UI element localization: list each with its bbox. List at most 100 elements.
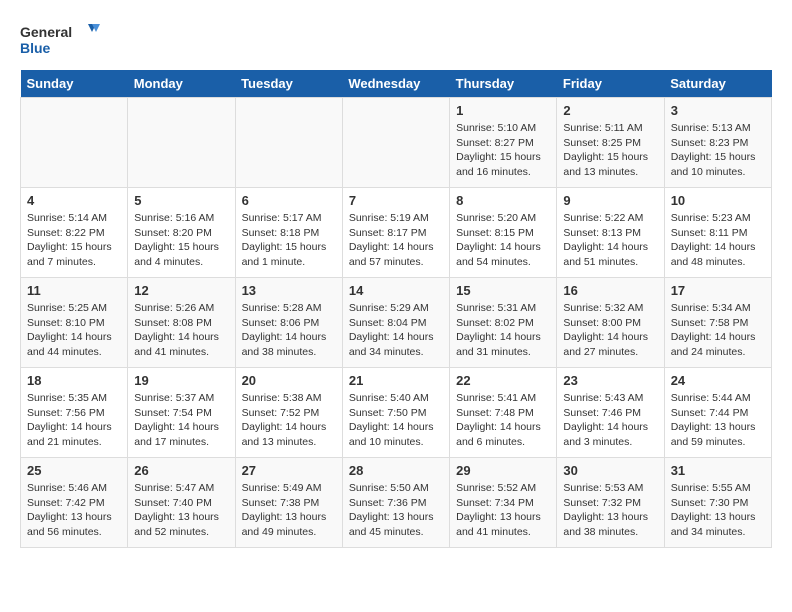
calendar-cell: 16Sunrise: 5:32 AMSunset: 8:00 PMDayligh… [557, 278, 664, 368]
day-number: 23 [563, 373, 657, 388]
calendar-cell: 11Sunrise: 5:25 AMSunset: 8:10 PMDayligh… [21, 278, 128, 368]
logo-svg: General Blue [20, 20, 100, 60]
day-number: 13 [242, 283, 336, 298]
day-number: 21 [349, 373, 443, 388]
day-info: Sunrise: 5:19 AMSunset: 8:17 PMDaylight:… [349, 211, 443, 270]
day-info: Sunrise: 5:50 AMSunset: 7:36 PMDaylight:… [349, 481, 443, 540]
day-number: 8 [456, 193, 550, 208]
day-info: Sunrise: 5:52 AMSunset: 7:34 PMDaylight:… [456, 481, 550, 540]
calendar-cell: 17Sunrise: 5:34 AMSunset: 7:58 PMDayligh… [664, 278, 771, 368]
calendar-cell: 1 Sunrise: 5:10 AMSunset: 8:27 PMDaylight… [450, 98, 557, 188]
calendar-cell: 21 Sunrise: 5:40 AMSunset: 7:50 PMDayligh… [342, 368, 449, 458]
day-number: 28 [349, 463, 443, 478]
day-info: Sunrise: 5:43 AMSunset: 7:46 PMDaylight:… [563, 391, 657, 450]
week-row-4: 18 Sunrise: 5:35 AMSunset: 7:56 PMDayligh… [21, 368, 772, 458]
day-info: Sunrise: 5:32 AMSunset: 8:00 PMDaylight:… [563, 301, 657, 360]
calendar-cell: 26 Sunrise: 5:47 AMSunset: 7:40 PMDayligh… [128, 458, 235, 548]
calendar-body: 1 Sunrise: 5:10 AMSunset: 8:27 PMDaylight… [21, 98, 772, 548]
day-number: 3 [671, 103, 765, 118]
calendar-cell: 2 Sunrise: 5:11 AMSunset: 8:25 PMDaylight… [557, 98, 664, 188]
calendar-cell: 29 Sunrise: 5:52 AMSunset: 7:34 PMDayligh… [450, 458, 557, 548]
week-row-3: 11Sunrise: 5:25 AMSunset: 8:10 PMDayligh… [21, 278, 772, 368]
header-row: SundayMondayTuesdayWednesdayThursdayFrid… [21, 70, 772, 98]
day-number: 27 [242, 463, 336, 478]
day-info: Sunrise: 5:35 AMSunset: 7:56 PMDaylight:… [27, 391, 121, 450]
day-number: 12 [134, 283, 228, 298]
day-number: 1 [456, 103, 550, 118]
calendar-cell: 23 Sunrise: 5:43 AMSunset: 7:46 PMDayligh… [557, 368, 664, 458]
calendar-cell: 31Sunrise: 5:55 AMSunset: 7:30 PMDayligh… [664, 458, 771, 548]
calendar-cell [235, 98, 342, 188]
day-number: 29 [456, 463, 550, 478]
calendar-cell: 7Sunrise: 5:19 AMSunset: 8:17 PMDaylight… [342, 188, 449, 278]
day-info: Sunrise: 5:26 AMSunset: 8:08 PMDaylight:… [134, 301, 228, 360]
day-number: 6 [242, 193, 336, 208]
week-row-1: 1 Sunrise: 5:10 AMSunset: 8:27 PMDaylight… [21, 98, 772, 188]
calendar-cell: 28 Sunrise: 5:50 AMSunset: 7:36 PMDayligh… [342, 458, 449, 548]
header-day-tuesday: Tuesday [235, 70, 342, 98]
header-day-wednesday: Wednesday [342, 70, 449, 98]
day-info: Sunrise: 5:46 AMSunset: 7:42 PMDaylight:… [27, 481, 121, 540]
day-number: 24 [671, 373, 765, 388]
calendar-cell: 3 Sunrise: 5:13 AMSunset: 8:23 PMDaylight… [664, 98, 771, 188]
day-info: Sunrise: 5:47 AMSunset: 7:40 PMDaylight:… [134, 481, 228, 540]
calendar-cell: 13 Sunrise: 5:28 AMSunset: 8:06 PMDayligh… [235, 278, 342, 368]
calendar-cell: 24 Sunrise: 5:44 AMSunset: 7:44 PMDayligh… [664, 368, 771, 458]
calendar-cell: 12 Sunrise: 5:26 AMSunset: 8:08 PMDayligh… [128, 278, 235, 368]
svg-text:General: General [20, 24, 72, 40]
logo[interactable]: General Blue [20, 20, 100, 60]
header-day-saturday: Saturday [664, 70, 771, 98]
day-number: 2 [563, 103, 657, 118]
day-info: Sunrise: 5:22 AMSunset: 8:13 PMDaylight:… [563, 211, 657, 270]
calendar-cell: 15 Sunrise: 5:31 AMSunset: 8:02 PMDayligh… [450, 278, 557, 368]
day-number: 4 [27, 193, 121, 208]
day-number: 18 [27, 373, 121, 388]
day-info: Sunrise: 5:31 AMSunset: 8:02 PMDaylight:… [456, 301, 550, 360]
week-row-2: 4 Sunrise: 5:14 AMSunset: 8:22 PMDaylight… [21, 188, 772, 278]
day-info: Sunrise: 5:53 AMSunset: 7:32 PMDaylight:… [563, 481, 657, 540]
day-info: Sunrise: 5:41 AMSunset: 7:48 PMDaylight:… [456, 391, 550, 450]
day-info: Sunrise: 5:10 AMSunset: 8:27 PMDaylight:… [456, 121, 550, 180]
day-info: Sunrise: 5:11 AMSunset: 8:25 PMDaylight:… [563, 121, 657, 180]
day-info: Sunrise: 5:40 AMSunset: 7:50 PMDaylight:… [349, 391, 443, 450]
calendar-cell: 9Sunrise: 5:22 AMSunset: 8:13 PMDaylight… [557, 188, 664, 278]
day-number: 17 [671, 283, 765, 298]
day-info: Sunrise: 5:49 AMSunset: 7:38 PMDaylight:… [242, 481, 336, 540]
day-number: 5 [134, 193, 228, 208]
calendar-table: SundayMondayTuesdayWednesdayThursdayFrid… [20, 70, 772, 548]
day-info: Sunrise: 5:25 AMSunset: 8:10 PMDaylight:… [27, 301, 121, 360]
day-number: 15 [456, 283, 550, 298]
day-info: Sunrise: 5:23 AMSunset: 8:11 PMDaylight:… [671, 211, 765, 270]
header-day-sunday: Sunday [21, 70, 128, 98]
svg-text:Blue: Blue [20, 40, 51, 56]
day-info: Sunrise: 5:29 AMSunset: 8:04 PMDaylight:… [349, 301, 443, 360]
day-number: 25 [27, 463, 121, 478]
header-day-friday: Friday [557, 70, 664, 98]
day-number: 26 [134, 463, 228, 478]
day-number: 30 [563, 463, 657, 478]
calendar-cell: 5Sunrise: 5:16 AMSunset: 8:20 PMDaylight… [128, 188, 235, 278]
page-header: General Blue [20, 20, 772, 60]
day-info: Sunrise: 5:44 AMSunset: 7:44 PMDaylight:… [671, 391, 765, 450]
calendar-cell: 4 Sunrise: 5:14 AMSunset: 8:22 PMDaylight… [21, 188, 128, 278]
day-number: 14 [349, 283, 443, 298]
day-number: 10 [671, 193, 765, 208]
day-info: Sunrise: 5:28 AMSunset: 8:06 PMDaylight:… [242, 301, 336, 360]
day-info: Sunrise: 5:14 AMSunset: 8:22 PMDaylight:… [27, 211, 121, 270]
calendar-cell: 19Sunrise: 5:37 AMSunset: 7:54 PMDayligh… [128, 368, 235, 458]
calendar-cell [342, 98, 449, 188]
day-number: 31 [671, 463, 765, 478]
calendar-cell: 10 Sunrise: 5:23 AMSunset: 8:11 PMDayligh… [664, 188, 771, 278]
calendar-cell: 8 Sunrise: 5:20 AMSunset: 8:15 PMDaylight… [450, 188, 557, 278]
day-info: Sunrise: 5:13 AMSunset: 8:23 PMDaylight:… [671, 121, 765, 180]
day-info: Sunrise: 5:38 AMSunset: 7:52 PMDaylight:… [242, 391, 336, 450]
day-number: 20 [242, 373, 336, 388]
calendar-cell: 25 Sunrise: 5:46 AMSunset: 7:42 PMDayligh… [21, 458, 128, 548]
calendar-header: SundayMondayTuesdayWednesdayThursdayFrid… [21, 70, 772, 98]
calendar-cell: 27 Sunrise: 5:49 AMSunset: 7:38 PMDayligh… [235, 458, 342, 548]
calendar-cell: 18 Sunrise: 5:35 AMSunset: 7:56 PMDayligh… [21, 368, 128, 458]
day-number: 22 [456, 373, 550, 388]
calendar-cell: 14 Sunrise: 5:29 AMSunset: 8:04 PMDayligh… [342, 278, 449, 368]
header-day-monday: Monday [128, 70, 235, 98]
day-info: Sunrise: 5:20 AMSunset: 8:15 PMDaylight:… [456, 211, 550, 270]
